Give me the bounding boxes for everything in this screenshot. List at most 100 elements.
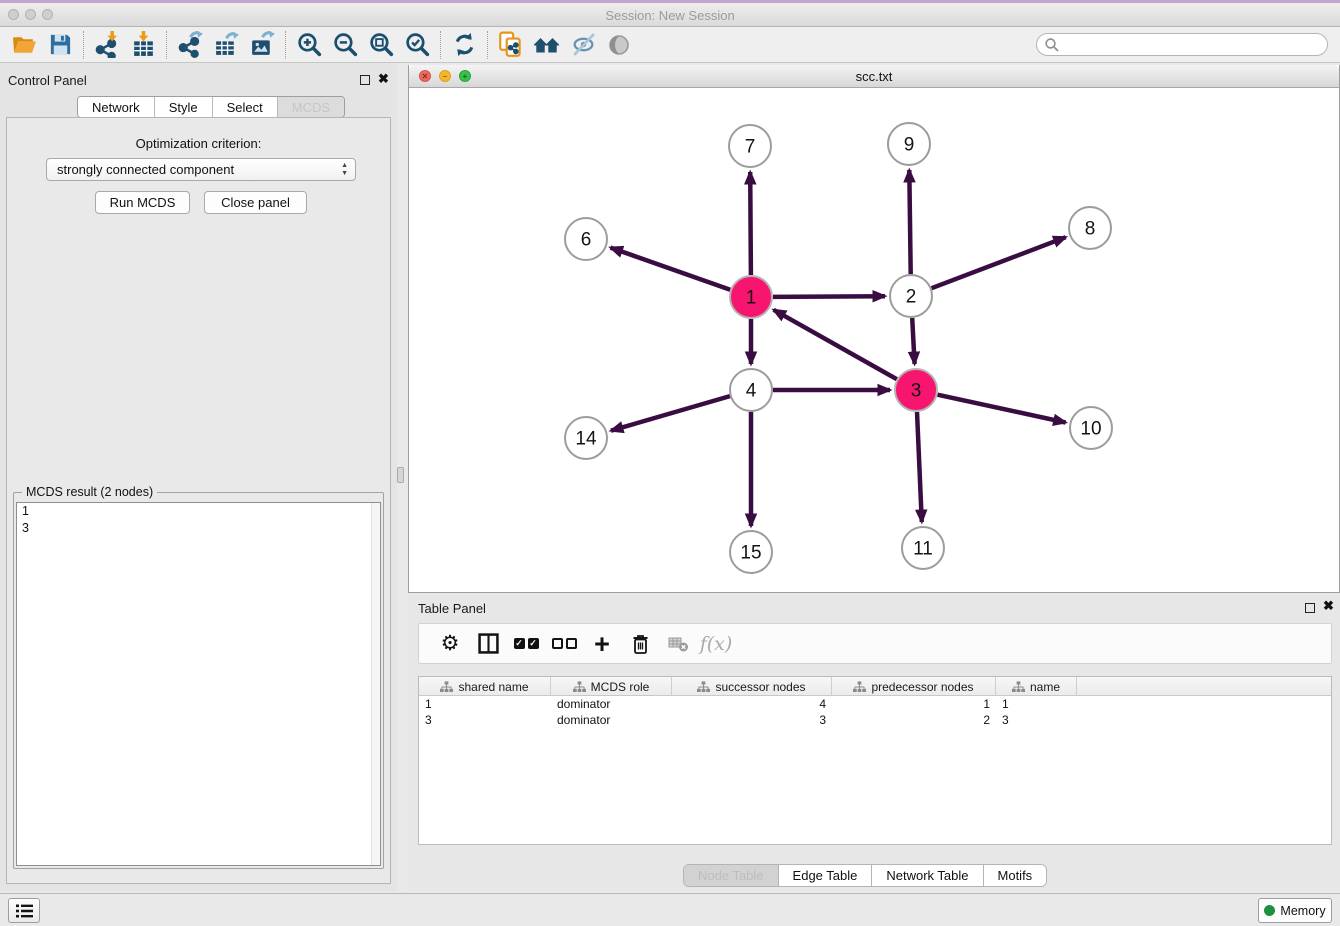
application-window: Session: New Session: [0, 0, 1340, 926]
tab-edge-table[interactable]: Edge Table: [779, 865, 873, 886]
edge-2-9[interactable]: [909, 170, 910, 274]
graph-node-8[interactable]: 8: [1069, 207, 1111, 249]
network-graph-canvas[interactable]: 1 2 3 4 6 7 8 9 10 11 14 15: [409, 88, 1339, 591]
table-rows: 1dominator4113dominator323: [419, 696, 1331, 728]
edge-1-6[interactable]: [611, 248, 731, 290]
svg-text:3: 3: [911, 381, 922, 402]
duplicate-network-icon[interactable]: [493, 29, 529, 61]
node-table[interactable]: shared nameMCDS rolesuccessor nodesprede…: [418, 676, 1332, 845]
mcds-result-textarea[interactable]: 1 3: [16, 502, 381, 866]
result-scrollbar[interactable]: [371, 503, 380, 865]
zoom-in-icon[interactable]: [291, 29, 327, 61]
add-column-icon[interactable]: +: [583, 626, 621, 662]
export-network-icon[interactable]: [172, 29, 208, 61]
graph-node-10[interactable]: 10: [1070, 407, 1112, 449]
network-view-window: ✕ − + scc.txt 1 2 3 4 6 7 8 9 10 11 14 15: [408, 65, 1340, 593]
close-panel-icon[interactable]: ✖: [378, 71, 389, 87]
zoom-out-icon[interactable]: [327, 29, 363, 61]
edge-1-2[interactable]: [773, 296, 885, 297]
float-table-panel-icon[interactable]: [1305, 603, 1315, 613]
deselect-all-columns-icon[interactable]: [545, 626, 583, 662]
edge-3-11[interactable]: [917, 412, 922, 522]
table-row[interactable]: 1dominator411: [419, 696, 1331, 712]
optimization-criterion-label: Optimization criterion:: [7, 136, 390, 151]
graph-node-6[interactable]: 6: [565, 218, 607, 260]
table-panel: Table Panel ✖ ⚙ ✓✓ + f(x) shared nam: [408, 595, 1340, 891]
eye-icon[interactable]: [601, 29, 637, 61]
run-mcds-button[interactable]: Run MCDS: [95, 191, 190, 214]
zoom-selected-icon[interactable]: [399, 29, 435, 61]
function-builder-icon-disabled: f(x): [697, 626, 735, 662]
column-tree-icon: [853, 681, 866, 693]
table-row[interactable]: 3dominator323: [419, 712, 1331, 728]
tab-style[interactable]: Style: [155, 97, 213, 117]
toggle-columns-icon[interactable]: [469, 626, 507, 662]
network-view-titlebar[interactable]: ✕ − + scc.txt: [409, 65, 1339, 88]
delete-column-trash-icon[interactable]: [621, 626, 659, 662]
graph-node-4[interactable]: 4: [730, 369, 772, 411]
column-header-predecessor-nodes[interactable]: predecessor nodes: [832, 677, 996, 696]
graph-node-2[interactable]: 2: [890, 275, 932, 317]
column-tree-icon: [1012, 681, 1025, 693]
toolbar-separator: [166, 31, 167, 59]
column-header-successor-nodes[interactable]: successor nodes: [672, 677, 832, 696]
svg-text:7: 7: [745, 137, 756, 158]
export-image-icon[interactable]: [244, 29, 280, 61]
graph-node-3[interactable]: 3: [895, 369, 937, 411]
close-panel-button[interactable]: Close panel: [204, 191, 307, 214]
graph-node-15[interactable]: 15: [730, 531, 772, 573]
import-network-icon[interactable]: [89, 29, 125, 61]
edge-3-1[interactable]: [774, 310, 897, 379]
float-panel-icon[interactable]: [360, 75, 370, 85]
graph-node-11[interactable]: 11: [902, 527, 944, 569]
svg-text:10: 10: [1080, 419, 1101, 440]
column-tree-icon: [697, 681, 710, 693]
graph-node-7[interactable]: 7: [729, 125, 771, 167]
vertical-splitter-handle[interactable]: [397, 467, 404, 483]
refresh-icon[interactable]: [446, 29, 482, 61]
column-tree-icon: [573, 681, 586, 693]
column-tree-icon: [440, 681, 453, 693]
graph-node-1[interactable]: 1: [730, 276, 772, 318]
table-toolbar: ⚙ ✓✓ + f(x): [418, 623, 1332, 664]
select-arrows-icon: ▲▼: [341, 162, 348, 178]
edge-2-8[interactable]: [932, 237, 1066, 288]
close-table-panel-icon[interactable]: ✖: [1323, 598, 1334, 614]
column-header-name[interactable]: name: [996, 677, 1077, 696]
control-panel-title: Control Panel: [8, 73, 87, 88]
table-settings-gear-icon[interactable]: ⚙: [431, 626, 469, 662]
tab-node-table[interactable]: Node Table: [684, 865, 779, 886]
tab-select[interactable]: Select: [213, 97, 278, 117]
edge-1-7[interactable]: [750, 172, 751, 275]
svg-text:4: 4: [746, 381, 757, 402]
zoom-fit-icon[interactable]: [363, 29, 399, 61]
export-table-icon[interactable]: [208, 29, 244, 61]
memory-button[interactable]: Memory: [1258, 898, 1332, 923]
task-history-button[interactable]: [8, 898, 40, 923]
svg-text:2: 2: [906, 287, 917, 308]
search-field-wrap: [1036, 33, 1328, 56]
delete-table-icon-disabled: [659, 626, 697, 662]
column-header-MCDS-role[interactable]: MCDS role: [551, 677, 672, 696]
search-input[interactable]: [1036, 33, 1328, 56]
graph-node-14[interactable]: 14: [565, 417, 607, 459]
home-layout-icon[interactable]: [529, 29, 565, 61]
edge-3-10[interactable]: [938, 395, 1066, 423]
criterion-select[interactable]: strongly connected component ▲▼: [46, 158, 356, 181]
tab-mcds[interactable]: MCDS: [278, 97, 344, 117]
tab-motifs[interactable]: Motifs: [984, 865, 1047, 886]
edge-4-14[interactable]: [611, 396, 730, 431]
tab-network[interactable]: Network: [78, 97, 155, 117]
save-session-icon[interactable]: [42, 29, 78, 61]
column-header-shared-name[interactable]: shared name: [419, 677, 551, 696]
hide-details-icon[interactable]: [565, 29, 601, 61]
tab-network-table[interactable]: Network Table: [872, 865, 983, 886]
open-folder-icon[interactable]: [6, 29, 42, 61]
import-table-icon[interactable]: [125, 29, 161, 61]
edge-2-3[interactable]: [912, 318, 914, 364]
result-line: 3: [17, 520, 380, 537]
table-panel-tabs: Node TableEdge TableNetwork TableMotifs: [683, 864, 1047, 887]
criterion-value: strongly connected component: [57, 162, 234, 177]
graph-node-9[interactable]: 9: [888, 123, 930, 165]
select-all-columns-icon[interactable]: ✓✓: [507, 626, 545, 662]
